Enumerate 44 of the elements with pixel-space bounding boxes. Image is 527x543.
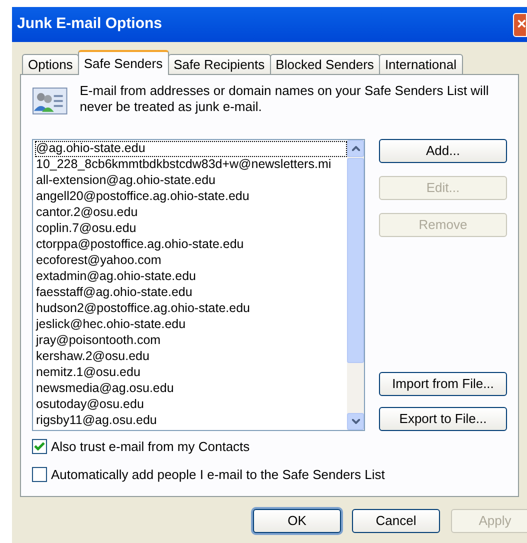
scroll-thumb[interactable] [347, 158, 364, 363]
checkbox[interactable] [32, 466, 47, 482]
list-item[interactable]: angell20@postoffice.ag.ohio-state.edu [35, 189, 347, 205]
list-item[interactable]: hudson2@postoffice.ag.ohio-state.edu [35, 301, 347, 317]
check-icon [34, 442, 45, 452]
window-title: Junk E-mail Options [17, 14, 162, 34]
list-item[interactable]: newsmedia@ag.osu.edu [35, 381, 347, 397]
list-item[interactable]: faesstaff@ag.ohio-state.edu [35, 285, 347, 301]
dialog-button[interactable]: Cancel [352, 509, 440, 533]
list-item[interactable]: @ag.ohio-state.edu [35, 141, 347, 157]
close-button[interactable]: × [513, 12, 527, 36]
description-text: E-mail from addresses or domain names on your Safe Senders List will never be treated as junk e-mail. [80, 83, 490, 115]
chevron-up-icon [352, 146, 360, 151]
checkbox-label: Also trust e-mail from my Contacts [51, 438, 250, 456]
tab[interactable]: Blocked Senders [270, 54, 380, 75]
list-item[interactable]: ctorppa@postoffice.ag.ohio-state.edu [35, 237, 347, 253]
list-item[interactable]: ecoforest@yahoo.com [35, 253, 347, 269]
list-item[interactable]: jray@poisontooth.com [35, 333, 347, 349]
checkbox-label: Automatically add people I e-mail to the Safe Senders List [51, 466, 385, 484]
dialog-button[interactable]: Import from File... [379, 372, 507, 396]
tab[interactable]: Safe Recipients [168, 54, 271, 75]
dialog-button[interactable]: Export to File... [379, 407, 507, 431]
safe-senders-list[interactable] [32, 139, 365, 431]
dialog-button[interactable]: Add... [379, 139, 507, 163]
list-item[interactable]: jeslick@hec.ohio-state.edu [35, 317, 347, 333]
scroll-up-button[interactable] [347, 140, 364, 157]
list-item[interactable]: 10_228_8cb6kmmtbdkbstcdw83d+w@newsletters.mi [35, 157, 347, 173]
list-item[interactable]: cantor.2@osu.edu [35, 205, 347, 221]
list-item[interactable]: kershaw.2@osu.edu [35, 349, 347, 365]
list-item[interactable]: coplin.7@osu.edu [35, 221, 347, 237]
scrollbar[interactable] [347, 140, 364, 430]
list-item[interactable]: extadmin@ag.ohio-state.edu [35, 269, 347, 285]
scroll-down-button[interactable] [347, 413, 364, 430]
list-item[interactable]: all-extension@ag.ohio-state.edu [35, 173, 347, 189]
list-item[interactable]: osutoday@osu.edu [35, 397, 347, 413]
dialog-button[interactable]: OK [253, 509, 341, 533]
tab[interactable]: International [378, 54, 462, 75]
contacts-icon [32, 87, 68, 115]
chevron-down-icon [352, 419, 360, 424]
list-item[interactable]: rigsby11@ag.osu.edu [35, 413, 347, 429]
checkbox[interactable] [32, 439, 47, 454]
tab[interactable]: Options [22, 54, 79, 75]
list-item[interactable]: nemitz.1@osu.edu [35, 365, 347, 381]
tab[interactable]: Safe Senders [78, 50, 169, 75]
